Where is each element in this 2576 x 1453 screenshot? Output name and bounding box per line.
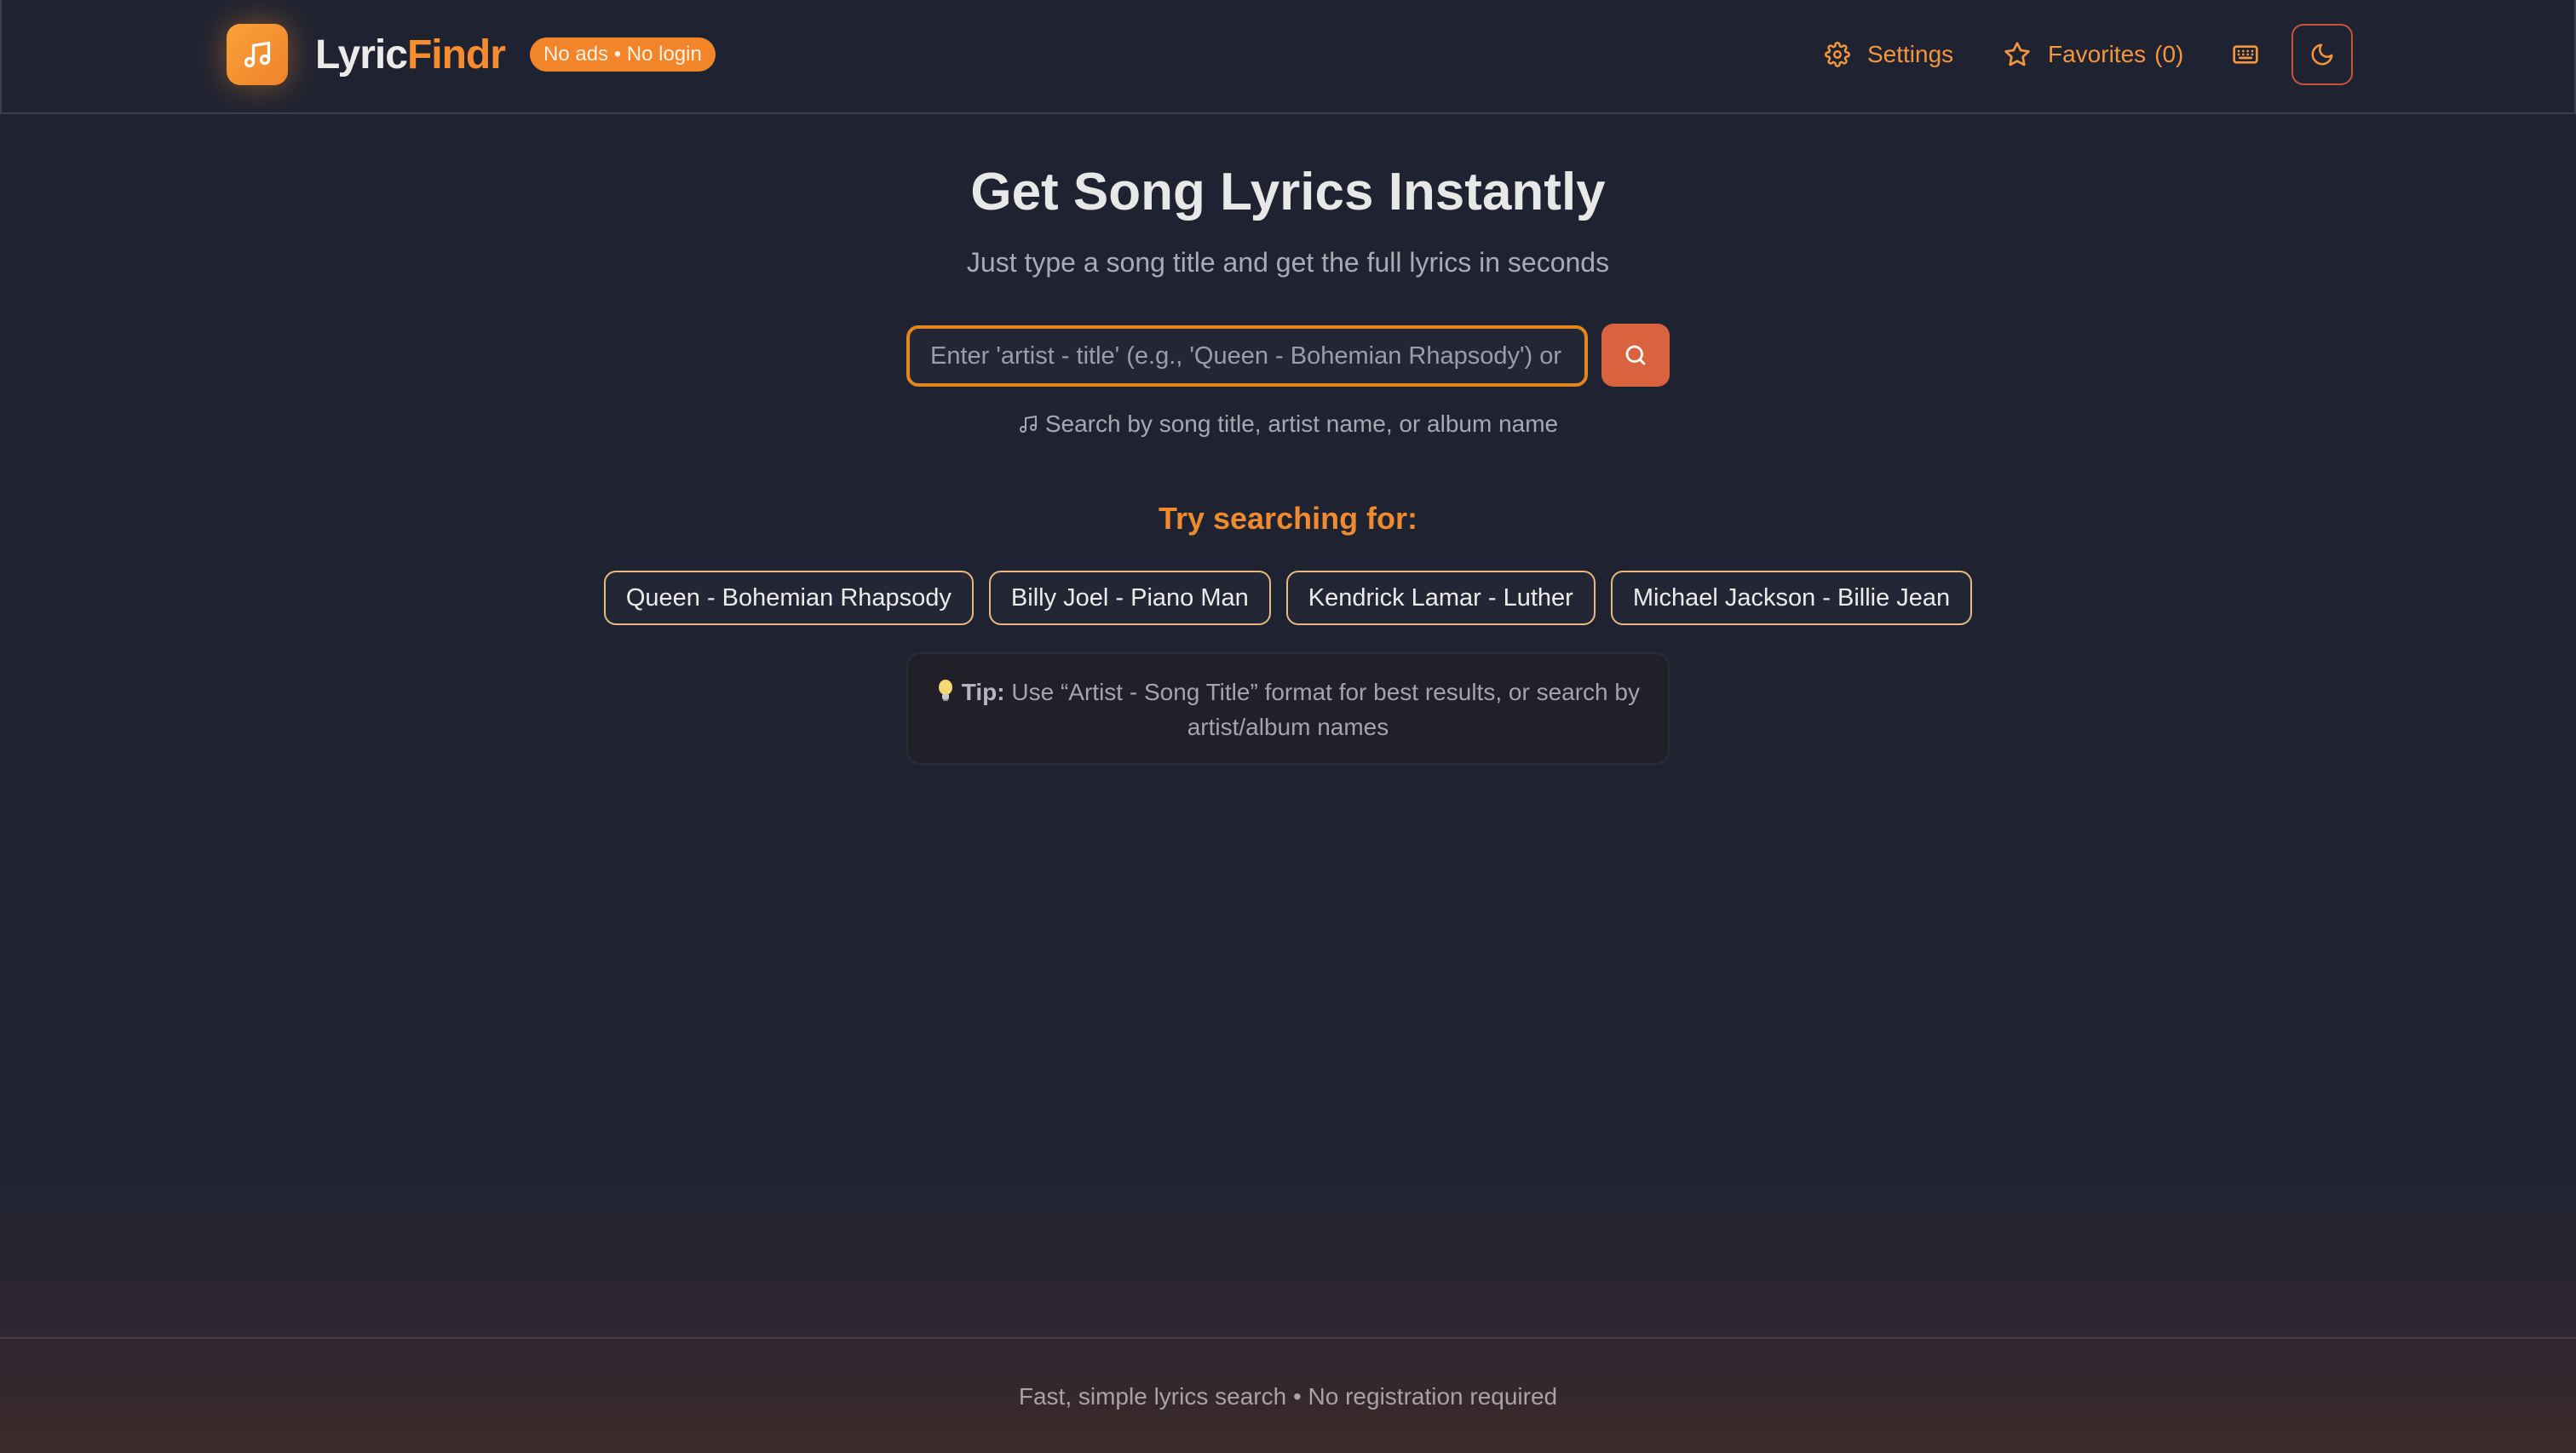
- music-note-icon: [244, 41, 271, 68]
- music-note-icon: [1019, 416, 1037, 433]
- page: Lyric Findr No ads • No login Settings Fa…: [0, 0, 2576, 1453]
- keyboard-icon: [2233, 45, 2258, 64]
- page-title: Get Song Lyrics Instantly: [970, 163, 1606, 221]
- no-ads-badge: No ads • No login: [530, 37, 716, 72]
- suggestion-chip[interactable]: Kendrick Lamar - Luther: [1285, 571, 1596, 625]
- favorites-button[interactable]: Favorites (0): [2004, 32, 2183, 77]
- search-button[interactable]: [1601, 324, 1670, 387]
- tip-box: Tip: Use “Artist - Song Title” format fo…: [906, 652, 1670, 765]
- lightbulb-icon: [936, 679, 962, 705]
- gear-icon: [1825, 42, 1850, 67]
- tip-text: Use “Artist - Song Title” format for bes…: [1011, 679, 1640, 740]
- search-input[interactable]: [906, 325, 1588, 387]
- search-hint: Search by song title, artist name, or al…: [0, 411, 2576, 438]
- star-icon: [2004, 42, 2030, 66]
- settings-button[interactable]: Settings: [1825, 32, 1953, 77]
- search-icon: [1625, 345, 1646, 365]
- settings-label: Settings: [1867, 41, 1954, 67]
- tip-label: Tip:: [961, 679, 1005, 705]
- brand-name[interactable]: Lyric Findr: [315, 26, 506, 83]
- app-header: Lyric Findr No ads • No login Settings Fa…: [0, 0, 2576, 114]
- moon-icon: [2311, 43, 2333, 66]
- page-subtitle: Just type a song title and get the full …: [966, 247, 1610, 278]
- footer-text: Fast, simple lyrics search • No registra…: [1018, 1383, 1558, 1410]
- suggestions-title: Try searching for:: [1158, 501, 1418, 536]
- suggestion-chip[interactable]: Queen - Bohemian Rhapsody: [603, 571, 974, 625]
- keyboard-shortcuts-button[interactable]: [2232, 32, 2276, 77]
- suggestion-list: Queen - Bohemian Rhapsody Billy Joel - P…: [0, 571, 2576, 625]
- search-hint-text: Search by song title, artist name, or al…: [1044, 411, 1559, 437]
- brand-name-part1: Lyric: [315, 32, 408, 78]
- suggestion-chip[interactable]: Billy Joel - Piano Man: [988, 571, 1271, 625]
- favorites-label: Favorites: [2048, 41, 2147, 67]
- theme-toggle-button[interactable]: [2291, 24, 2353, 85]
- footer-divider: [0, 1337, 2576, 1339]
- logo[interactable]: [227, 24, 288, 85]
- favorites-count: (0): [2154, 41, 2184, 67]
- brand-name-part2: Findr: [406, 32, 506, 78]
- suggestion-chip[interactable]: Michael Jackson - Billie Jean: [1610, 571, 1973, 625]
